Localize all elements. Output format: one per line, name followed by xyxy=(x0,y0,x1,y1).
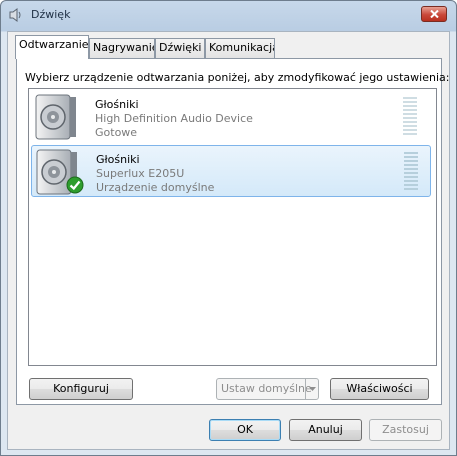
ok-button[interactable]: OK xyxy=(209,419,281,441)
set-default-dropdown[interactable] xyxy=(305,379,319,399)
title-bar[interactable]: Dźwięk xyxy=(1,1,456,29)
tab-sounds[interactable]: Dźwięki xyxy=(155,38,205,58)
configure-button[interactable]: Konfiguruj xyxy=(29,378,133,400)
close-icon xyxy=(430,10,439,18)
cancel-button[interactable]: Anuluj xyxy=(289,419,362,441)
speaker-app-icon xyxy=(9,8,21,22)
set-default-button[interactable]: Ustaw domyślne xyxy=(216,378,319,400)
set-default-label: Ustaw domyślne xyxy=(221,382,312,395)
window-title: Dźwięk xyxy=(31,8,71,21)
device-name: Głośniki xyxy=(95,98,139,111)
tab-playback[interactable]: Odtwarzanie xyxy=(15,35,89,59)
device-list[interactable]: Głośniki High Definition Audio Device Go… xyxy=(28,88,437,366)
tab-communications[interactable]: Komunikacja xyxy=(205,38,275,58)
device-name: Głośniki xyxy=(96,153,140,166)
device-status: Gotowe xyxy=(95,126,138,139)
properties-button[interactable]: Właściwości xyxy=(330,378,429,400)
device-item-selected[interactable]: Głośniki Superlux E205U Urządzenie domyś… xyxy=(31,145,431,197)
instruction-text: Wybierz urządzenie odtwarzania poniżej, … xyxy=(25,71,450,84)
device-item[interactable]: Głośniki High Definition Audio Device Go… xyxy=(31,91,431,143)
chevron-down-icon xyxy=(309,387,316,391)
device-status: Urządzenie domyślne xyxy=(96,181,215,194)
dialog-body: Odtwarzanie Nagrywanie Dźwięki Komunikac… xyxy=(7,31,450,450)
device-description: Superlux E205U xyxy=(96,167,185,180)
apply-button[interactable]: Zastosuj xyxy=(369,419,442,441)
close-button[interactable] xyxy=(421,6,447,22)
sound-dialog: Dźwięk Odtwarzanie Nagrywanie Dźwięki Ko… xyxy=(0,0,457,456)
device-description: High Definition Audio Device xyxy=(95,112,253,125)
volume-meter xyxy=(403,97,417,137)
speaker-icon xyxy=(35,94,76,140)
tab-recording[interactable]: Nagrywanie xyxy=(89,38,155,58)
volume-meter xyxy=(404,152,418,192)
default-check-icon xyxy=(66,176,84,194)
